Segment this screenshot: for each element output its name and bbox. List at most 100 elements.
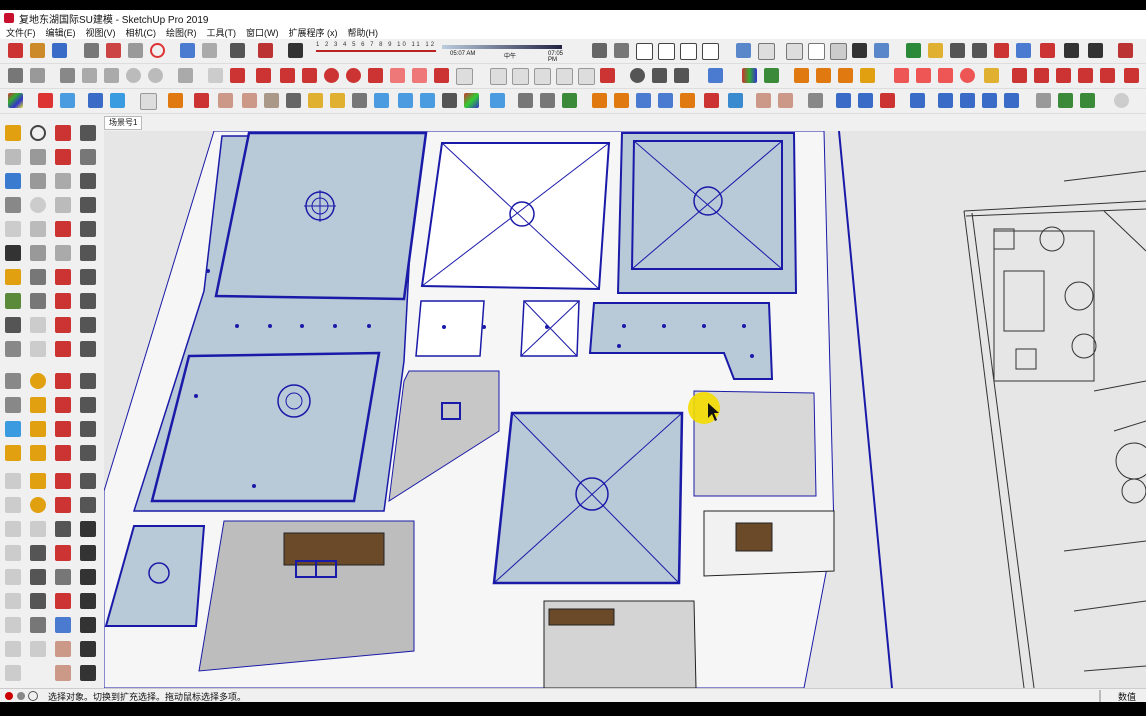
tool-ac-icon[interactable]	[5, 341, 21, 357]
gear-icon[interactable]	[140, 93, 157, 110]
left-view-icon[interactable]	[702, 43, 719, 60]
tool-ad-icon[interactable]	[30, 341, 46, 357]
paint-icon[interactable]	[592, 93, 607, 108]
plugin-z-icon[interactable]	[1056, 68, 1071, 83]
menu-help[interactable]: 帮助(H)	[348, 26, 379, 39]
tool-ap-icon[interactable]	[30, 421, 46, 437]
plugin-k-icon[interactable]	[456, 68, 473, 85]
hand-tool-icon[interactable]	[30, 173, 46, 189]
tool-aa-icon[interactable]	[55, 317, 71, 333]
tool-w-icon[interactable]	[55, 293, 71, 309]
line-c-icon[interactable]	[938, 93, 953, 108]
box-icon[interactable]	[82, 68, 97, 83]
offset-icon[interactable]	[838, 68, 853, 83]
backedges-icon[interactable]	[758, 43, 775, 60]
tool-bd-icon[interactable]	[80, 497, 96, 513]
right-view-icon[interactable]	[658, 43, 675, 60]
geo-icon[interactable]	[17, 692, 25, 700]
scissors-icon[interactable]	[704, 93, 719, 108]
plugin-a-icon[interactable]	[208, 68, 223, 83]
light-icon[interactable]	[984, 68, 999, 83]
circle-icon[interactable]	[148, 68, 163, 83]
tool-az-icon[interactable]	[80, 473, 96, 489]
tool-c-icon[interactable]	[5, 173, 21, 189]
tool-q-icon[interactable]	[5, 269, 21, 285]
zoom-extents-icon[interactable]	[994, 43, 1009, 58]
box-b-icon[interactable]	[330, 93, 345, 108]
tool-l-icon[interactable]	[80, 221, 96, 237]
plugin-i-icon[interactable]	[412, 68, 427, 83]
xtool-icon[interactable]	[442, 93, 457, 108]
tool-bp-icon[interactable]	[80, 569, 96, 585]
eraser-icon[interactable]	[288, 43, 303, 58]
month-slider[interactable]	[316, 50, 436, 52]
teapot-tool-icon[interactable]	[30, 149, 46, 165]
tool-ba-icon[interactable]	[5, 497, 21, 513]
front-view-icon[interactable]	[636, 43, 653, 60]
plugin-ab-icon[interactable]	[1100, 68, 1115, 83]
tool-ce-icon[interactable]	[80, 665, 96, 681]
tool-as-icon[interactable]	[5, 445, 21, 461]
tool-cb-icon[interactable]	[80, 641, 96, 657]
tool-bb-icon[interactable]	[30, 497, 46, 513]
arch-icon[interactable]	[286, 93, 301, 108]
info-icon[interactable]	[5, 692, 13, 700]
redo-icon[interactable]	[202, 43, 217, 58]
tool-n-icon[interactable]	[30, 245, 46, 261]
plugin-q-icon[interactable]	[600, 68, 615, 83]
menu-tools[interactable]: 工具(T)	[207, 26, 237, 39]
plugin-p-icon[interactable]	[578, 68, 595, 85]
menu-camera[interactable]: 相机(C)	[126, 26, 157, 39]
shadow-settings[interactable]: 1 2 3 4 5 6 7 8 9 10 11 12 05:07 AM 中午 0…	[312, 42, 572, 63]
copy-icon[interactable]	[106, 43, 121, 58]
tool-bn-icon[interactable]	[30, 569, 46, 585]
erase-icon[interactable]	[150, 43, 165, 58]
undo-icon[interactable]	[180, 43, 195, 58]
tool-cd-icon[interactable]	[55, 665, 71, 681]
save-icon[interactable]	[52, 43, 67, 58]
top-view-icon[interactable]	[614, 43, 629, 58]
line-a-icon[interactable]	[518, 93, 533, 108]
section-plane-icon[interactable]	[1118, 43, 1133, 58]
edge-a-icon[interactable]	[756, 93, 771, 108]
tool-k-icon[interactable]	[55, 221, 71, 237]
paint-b-icon[interactable]	[614, 93, 629, 108]
tool-bs-icon[interactable]	[55, 593, 71, 609]
tool-bt-icon[interactable]	[80, 593, 96, 609]
mirror-icon[interactable]	[194, 93, 209, 108]
tool-bu-icon[interactable]	[5, 617, 21, 633]
tool-f-icon[interactable]	[5, 197, 21, 213]
plugin-t-icon[interactable]	[674, 68, 689, 83]
tool-t-icon[interactable]	[80, 269, 96, 285]
tool-bv-icon[interactable]	[30, 617, 46, 633]
plugin-m-icon[interactable]	[512, 68, 529, 85]
tool-i-icon[interactable]	[5, 221, 21, 237]
plugin-g-icon[interactable]	[346, 68, 361, 83]
tool-ax-icon[interactable]	[30, 473, 46, 489]
shaded-icon[interactable]	[830, 43, 847, 60]
scene-tab-1[interactable]: 场景号1	[104, 116, 143, 130]
check-icon[interactable]	[110, 93, 125, 108]
new-model-icon[interactable]	[8, 43, 23, 58]
print-icon[interactable]	[230, 43, 245, 58]
roof-a-icon[interactable]	[808, 93, 823, 108]
plugin-x-icon[interactable]	[960, 68, 975, 83]
tool-aw-icon[interactable]	[5, 473, 21, 489]
roof-b-icon[interactable]	[836, 93, 851, 108]
plugin-h-icon[interactable]	[390, 68, 405, 83]
tool-ak-icon[interactable]	[5, 397, 21, 413]
tool-x-icon[interactable]	[80, 293, 96, 309]
tool-af-icon[interactable]	[80, 341, 96, 357]
push-pull-icon[interactable]	[794, 68, 809, 83]
box-c-icon[interactable]	[352, 93, 367, 108]
plugin-c-icon[interactable]	[256, 68, 271, 83]
tool-r-icon[interactable]	[30, 269, 46, 285]
plugin-l-icon[interactable]	[490, 68, 507, 85]
plugin-f-icon[interactable]	[324, 68, 339, 83]
color-wheel-icon[interactable]	[464, 93, 479, 108]
tool-bz-icon[interactable]	[30, 641, 46, 657]
plugin-b-icon[interactable]	[230, 68, 245, 83]
num-icon[interactable]	[1114, 93, 1129, 108]
tool-bm-icon[interactable]	[5, 569, 21, 585]
tool-bi-icon[interactable]	[5, 545, 21, 561]
